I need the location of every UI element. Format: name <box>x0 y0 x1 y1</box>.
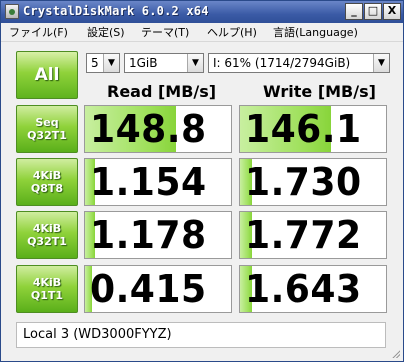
count-value: 5 <box>91 56 99 70</box>
test-label-line1: 4KiB <box>32 222 62 235</box>
app-window: CrystalDiskMark 6.0.2 x64 _ □ X ファイル(F) … <box>0 0 404 362</box>
write-result-cell: 1.730 <box>239 158 387 206</box>
read-result-value: 1.154 <box>90 160 207 204</box>
read-result-value: 148.8 <box>90 107 207 151</box>
test-label-line2: Q32T1 <box>27 129 67 142</box>
title-bar[interactable]: CrystalDiskMark 6.0.2 x64 _ □ X <box>1 1 403 23</box>
menu-settings[interactable]: 設定(S) <box>87 24 125 40</box>
write-header: Write [MB/s] <box>263 82 376 101</box>
drive-value: I: 61% (1714/2794GiB) <box>213 56 351 70</box>
resize-grip-icon[interactable] <box>390 348 400 358</box>
menu-language[interactable]: 言語(Language) <box>273 24 358 40</box>
chevron-down-icon: ▼ <box>373 54 389 72</box>
test-label-line2: Q8T8 <box>30 182 64 195</box>
menu-theme[interactable]: テーマ(T) <box>141 24 189 40</box>
write-result-value: 146.1 <box>245 107 362 151</box>
write-result-value: 1.643 <box>245 267 362 311</box>
size-select[interactable]: 1GiB ▼ <box>124 53 204 73</box>
test-label-line1: Seq <box>35 116 59 129</box>
test-button-seq-q32t1[interactable]: Seq Q32T1 <box>16 105 78 153</box>
window-title: CrystalDiskMark 6.0.2 x64 <box>23 4 209 18</box>
minimize-button[interactable]: _ <box>345 3 363 20</box>
write-result-cell: 1.643 <box>239 265 387 313</box>
write-result-value: 1.772 <box>245 213 362 257</box>
test-label-line1: 4KiB <box>32 276 62 289</box>
menu-file[interactable]: ファイル(F) <box>9 24 68 40</box>
chevron-down-icon: ▼ <box>187 54 203 72</box>
test-label-line1: 4KiB <box>32 169 62 182</box>
test-button-4kib-q8t8[interactable]: 4KiB Q8T8 <box>16 158 78 206</box>
read-result-cell: 0.415 <box>84 265 232 313</box>
read-result-cell: 148.8 <box>84 105 232 153</box>
maximize-button[interactable]: □ <box>364 3 382 20</box>
read-result-cell: 1.154 <box>84 158 232 206</box>
write-result-value: 1.730 <box>245 160 362 204</box>
test-button-4kib-q32t1[interactable]: 4KiB Q32T1 <box>16 211 78 259</box>
size-value: 1GiB <box>129 56 158 70</box>
test-label-line2: Q1T1 <box>30 289 64 302</box>
chevron-down-icon: ▼ <box>103 54 119 72</box>
comment-field[interactable]: Local 3 (WD3000FYYZ) <box>16 322 386 348</box>
drive-select[interactable]: I: 61% (1714/2794GiB) ▼ <box>208 53 390 73</box>
read-result-value: 1.178 <box>90 213 207 257</box>
write-result-cell: 146.1 <box>239 105 387 153</box>
test-label-line2: Q32T1 <box>27 235 67 248</box>
test-button-4kib-q1t1[interactable]: 4KiB Q1T1 <box>16 265 78 313</box>
count-select[interactable]: 5 ▼ <box>86 53 120 73</box>
write-result-cell: 1.772 <box>239 211 387 259</box>
close-button[interactable]: X <box>383 3 401 20</box>
read-header: Read [MB/s] <box>107 82 217 101</box>
menu-help[interactable]: ヘルプ(H) <box>207 24 257 40</box>
read-result-value: 0.415 <box>90 267 207 311</box>
read-result-cell: 1.178 <box>84 211 232 259</box>
app-icon[interactable] <box>5 4 19 19</box>
menu-bar: ファイル(F) 設定(S) テーマ(T) ヘルプ(H) 言語(Language) <box>1 23 403 42</box>
all-button[interactable]: All <box>16 51 78 99</box>
